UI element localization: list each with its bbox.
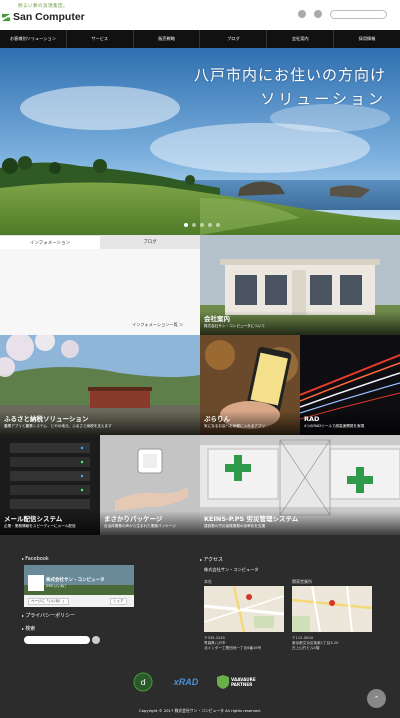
facebook-heading: Facebook <box>22 556 49 562</box>
site-logo[interactable]: San Computer <box>2 11 85 23</box>
logo-text: San Computer <box>13 11 85 23</box>
chevron-up-icon: ⌃ <box>373 694 380 703</box>
honsha-label: 本社 <box>204 579 212 584</box>
header-search-input[interactable] <box>330 10 387 19</box>
search-icon[interactable] <box>92 636 100 644</box>
tile-mail[interactable]: メール配信システム 企業・業務情報をスピーディーにメール配信 <box>0 435 100 535</box>
slider-dot[interactable] <box>216 223 220 227</box>
map-honsha[interactable] <box>204 586 284 632</box>
tile-title: ふるさと納税ソリューション <box>4 415 89 423</box>
search-heading: 検索 <box>22 625 35 632</box>
partner-badge-xrad[interactable]: xRAD <box>164 672 208 692</box>
facebook-share-button[interactable]: シェア <box>110 598 127 605</box>
footer-search-input[interactable] <box>24 636 90 644</box>
vaavaure-logo: VAAVAURE PARTNER <box>231 677 256 687</box>
tile-keins[interactable]: KEINS-P.PS 労災管理システム 建設業の労災保険業務の効率化を支援 <box>200 435 400 535</box>
nav-solutions[interactable]: お客様別ソリューション <box>0 30 67 48</box>
partner-badge-vaavaure[interactable]: VAAVAURE PARTNER <box>216 672 278 692</box>
tile-title: メール配信システム <box>4 515 63 523</box>
tile-company[interactable]: 会社案内 株式会社サン・コンピュータについて <box>200 235 400 335</box>
copyright: Copyright © 2017 株式会社サン・コンピュータ All right… <box>138 708 262 713</box>
map-image <box>204 586 284 632</box>
nav-company[interactable]: 会社案内 <box>267 30 335 48</box>
info-panel: インフォメーション ブログ <box>0 235 200 335</box>
tile-title: ぶらりん <box>204 415 230 423</box>
site-header: 明るい夢の実現集団。 San Computer <box>0 0 400 30</box>
facebook-page-name: 株式会社サン・コンピュータ <box>46 578 105 583</box>
privacy-policy-link[interactable]: プライバシーポリシー <box>22 612 75 619</box>
user-icon[interactable] <box>298 10 306 18</box>
hero-heading-line2: ソリューション <box>260 90 386 108</box>
tile-description: 建設業の労災保険業務の効率化を支援 <box>204 524 266 528</box>
mail-icon[interactable] <box>314 10 322 18</box>
access-heading: アクセス <box>200 556 223 563</box>
map-image <box>292 586 372 632</box>
tokyo-office-label: 関東営業所 <box>292 579 312 584</box>
tab-blog[interactable]: ブログ <box>100 235 200 249</box>
tagline: 明るい夢の実現集団。 <box>18 4 68 9</box>
slider-dot[interactable] <box>200 223 204 227</box>
back-to-top-button[interactable]: ⌃ <box>367 689 386 708</box>
tile-title: 会社案内 <box>204 315 230 323</box>
slider-dots <box>184 223 220 227</box>
tokyo-office-address: 〒112-0004 東京都文京区後楽1丁目3-20 白上山竹ビル4階 <box>292 636 339 650</box>
tile-description: 4つのRADツールで超高速開発を実現 <box>304 424 365 428</box>
tile-burarin[interactable]: ぶらりん 気になるお店へお気軽に入れるアプリ <box>200 335 300 435</box>
tile-title: RAD <box>304 415 320 423</box>
logo-icon <box>2 13 11 21</box>
shield-icon <box>217 675 229 689</box>
honsha-address: 〒039-2245 青森県八戸市 北インター工業団地一丁目6番16号 <box>204 636 262 650</box>
nav-recruit[interactable]: 採用情報 <box>334 30 400 48</box>
slider-dot[interactable] <box>184 223 188 227</box>
company-name: 株式会社サン・コンピュータ <box>204 567 259 572</box>
facebook-likes: 596 いいね！ <box>46 584 68 588</box>
main-nav: お客様別ソリューション サービス 販売戦略 ブログ 会社案内 採用情報 <box>0 30 400 48</box>
nav-sales[interactable]: 販売戦略 <box>134 30 201 48</box>
d-badge-icon: d <box>133 672 153 692</box>
tile-description: 企業・業務情報をスピーディーにメール配信 <box>4 524 76 528</box>
tab-information[interactable]: インフォメーション <box>0 235 100 249</box>
tile-description: 自治体業務の声から生まれた業務パッケージ <box>104 524 176 528</box>
nav-blog[interactable]: ブログ <box>200 30 268 48</box>
facebook-widget[interactable]: 株式会社サン・コンピュータ 596 いいね！ ページに「いいね！」 シェア <box>24 565 134 607</box>
hero-slider[interactable]: 八戸市内にお住いの方向け ソリューション <box>0 48 400 235</box>
svg-text:d: d <box>140 678 145 687</box>
nav-services[interactable]: サービス <box>67 30 134 48</box>
tile-furusato[interactable]: ふるさと納税ソリューション 農業アプリと農業システム とやの地元、ふるさと納税を… <box>0 335 200 435</box>
tile-package[interactable]: まさかりパッケージ 自治体業務の声から生まれた業務パッケージ <box>100 435 200 535</box>
tile-rad[interactable]: RAD 4つのRADツールで超高速開発を実現 <box>300 335 400 435</box>
tile-title: KEINS-P.PS 労災管理システム <box>204 515 299 523</box>
facebook-like-button[interactable]: ページに「いいね！」 <box>28 598 69 605</box>
hero-heading-line1: 八戸市内にお住いの方向け <box>193 66 386 84</box>
slider-dot[interactable] <box>192 223 196 227</box>
information-list-link[interactable]: インフォメーション一覧 ＞ <box>132 322 183 328</box>
tile-description: 農業アプリと農業システム とやの地元、ふるさと納税を支えます <box>4 424 112 428</box>
map-tokyo-office[interactable] <box>292 586 372 632</box>
tile-description: 株式会社サン・コンピュータについて <box>204 324 265 328</box>
slider-dot[interactable] <box>208 223 212 227</box>
xrad-logo: xRAD <box>173 677 199 687</box>
tile-title: まさかりパッケージ <box>104 515 163 523</box>
partner-badge-d[interactable]: d <box>132 672 154 692</box>
tile-description: 気になるお店へお気軽に入れるアプリ <box>204 424 266 428</box>
